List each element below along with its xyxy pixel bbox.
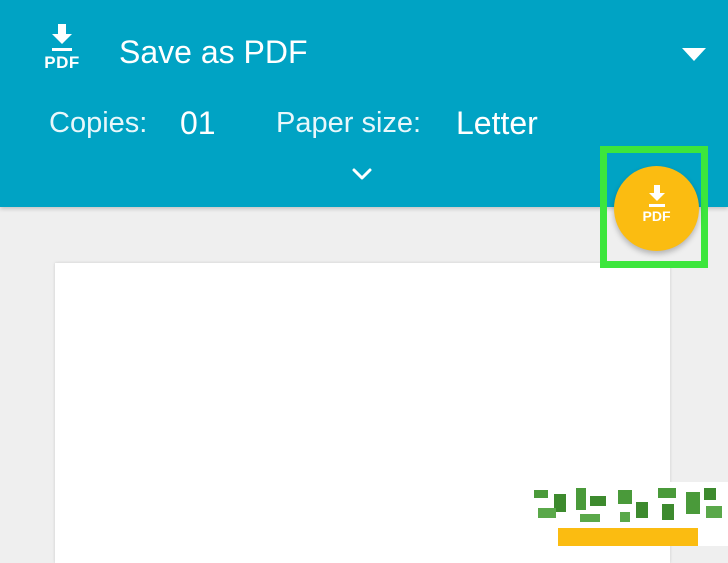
paper-size-label: Paper size: [276, 107, 422, 139]
chevron-down-icon[interactable] [348, 164, 376, 184]
download-arrow-icon [52, 24, 72, 51]
download-pdf-button[interactable]: PDF [614, 166, 699, 251]
pdf-logo-text: PDF [44, 53, 80, 72]
copies-label: Copies: [49, 107, 148, 139]
download-arrow-icon [648, 185, 665, 207]
dropdown-triangle-icon[interactable] [680, 44, 708, 64]
watermark-logo [528, 482, 728, 546]
printer-title[interactable]: Save as PDF [119, 32, 308, 72]
paper-size-value[interactable]: Letter [456, 104, 538, 142]
fab-pdf-text: PDF [642, 208, 671, 224]
copies-value[interactable]: 01 [180, 104, 216, 142]
pdf-download-icon: PDF [36, 24, 88, 78]
